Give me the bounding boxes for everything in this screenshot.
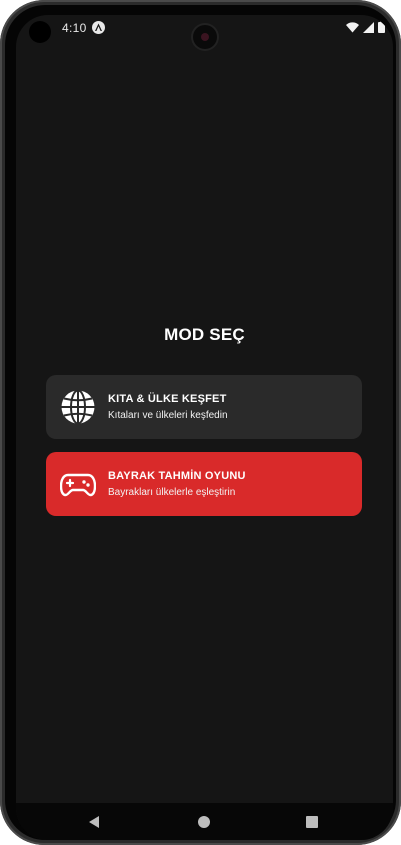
explore-mode-title: KITA & ÜLKE KEŞFET bbox=[108, 393, 227, 405]
signal-icon bbox=[363, 21, 374, 33]
page-title: MOD SEÇ bbox=[164, 325, 245, 344]
app-screen: 4:10 MOD SEÇ KITA & ÜLKE KEŞFET Kıtaları… bbox=[16, 15, 393, 840]
globe-icon bbox=[61, 389, 95, 425]
flag-game-mode-text: BAYRAK TAHMİN OYUNU Bayrakları ülkelerle… bbox=[108, 470, 246, 498]
home-icon[interactable] bbox=[197, 815, 211, 829]
wifi-icon bbox=[346, 21, 359, 32]
phone-bezel: 4:10 MOD SEÇ KITA & ÜLKE KEŞFET Kıtaları… bbox=[5, 5, 396, 840]
flag-game-mode-button[interactable]: BAYRAK TAHMİN OYUNU Bayrakları ülkelerle… bbox=[46, 452, 362, 516]
explore-mode-subtitle: Kıtaları ve ülkeleri keşfedin bbox=[108, 410, 228, 421]
explore-mode-button[interactable]: KITA & ÜLKE KEŞFET Kıtaları ve ülkeleri … bbox=[46, 375, 362, 439]
status-bar: 4:10 bbox=[16, 15, 393, 49]
flag-game-mode-title: BAYRAK TAHMİN OYUNU bbox=[108, 470, 246, 482]
back-icon[interactable] bbox=[88, 815, 102, 829]
front-sensor bbox=[29, 21, 51, 43]
flag-game-mode-subtitle: Bayrakları ülkelerle eşleştirin bbox=[108, 487, 236, 498]
navigation-bar bbox=[16, 803, 393, 840]
status-icons bbox=[346, 21, 385, 33]
gamepad-icon bbox=[60, 473, 96, 497]
camera-cutout bbox=[193, 25, 217, 49]
expo-icon bbox=[92, 21, 105, 34]
recents-icon[interactable] bbox=[305, 815, 319, 829]
phone-frame: 4:10 MOD SEÇ KITA & ÜLKE KEŞFET Kıtaları… bbox=[0, 0, 401, 845]
battery-icon bbox=[378, 21, 385, 33]
status-time: 4:10 bbox=[62, 21, 87, 35]
explore-mode-text: KITA & ÜLKE KEŞFET Kıtaları ve ülkeleri … bbox=[108, 393, 228, 421]
